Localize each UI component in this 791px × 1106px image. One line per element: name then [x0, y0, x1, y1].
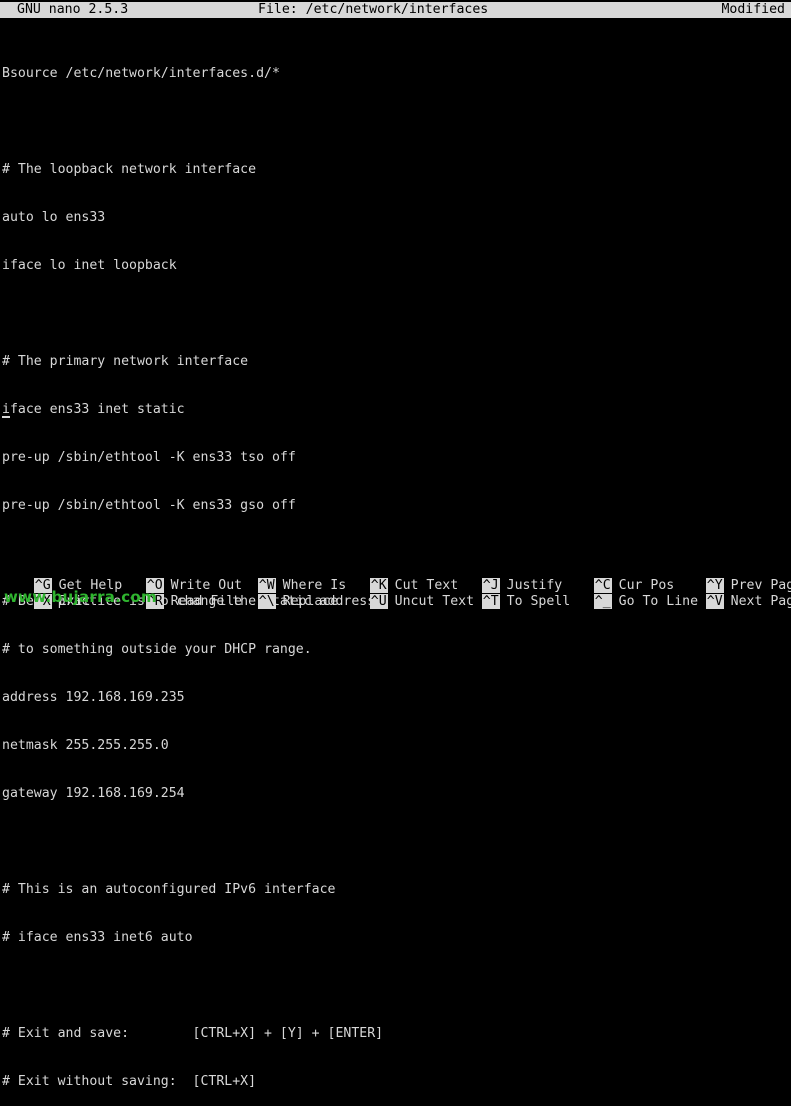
shortcut-where-is[interactable]: ^W Where Is [226, 562, 346, 593]
shortcut-get-help[interactable]: ^G Get Help [2, 562, 122, 593]
modified-status: Modified [721, 2, 785, 17]
editor-line: # iface ens33 inet6 auto [2, 930, 193, 945]
editor-line: # This is an autoconfigured IPv6 interfa… [2, 882, 336, 897]
shortcut-write-out[interactable]: ^O Write Out [114, 562, 242, 593]
shortcut-label: To Spell [506, 594, 571, 609]
key-ctrl-v: ^V [705, 594, 724, 609]
editor-line: auto lo ens33 [2, 210, 106, 225]
editor-line: pre-up /sbin/ethtool -K ens33 tso off [2, 450, 296, 465]
shortcut-label: Replace [282, 594, 339, 609]
editor-line: # to something outside your DHCP range. [2, 642, 312, 657]
key-ctrl-backslash: ^\ [257, 594, 276, 609]
shortcut-cur-pos[interactable]: ^C Cur Pos [562, 562, 674, 593]
shortcut-replace[interactable]: ^\ Replace [226, 578, 338, 609]
text-cursor [2, 416, 10, 418]
editor-line: address 192.168.169.235 [2, 690, 185, 705]
watermark-text: www.bujarra.com [4, 588, 157, 606]
shortcut-label: Next Page [730, 594, 791, 609]
editor-line: # Exit without saving: [CTRL+X] [2, 1074, 257, 1089]
shortcut-to-spell[interactable]: ^T To Spell [450, 578, 570, 609]
key-ctrl-underscore: ^_ [593, 594, 612, 609]
shortcut-next-page[interactable]: ^V Next Page [674, 578, 791, 609]
editor-line: pre-up /sbin/ethtool -K ens33 gso off [2, 498, 296, 513]
shortcut-cut-text[interactable]: ^K Cut Text [338, 562, 458, 593]
title-bar: GNU nano 2.5.3 File: /etc/network/interf… [0, 2, 791, 18]
key-ctrl-t: ^T [481, 594, 500, 609]
shortcut-justify[interactable]: ^J Justify [450, 562, 562, 593]
file-path-label: File: /etc/network/interfaces [258, 2, 489, 17]
editor-line: netmask 255.255.255.0 [2, 738, 169, 753]
editor-line: # The primary network interface [2, 354, 249, 369]
app-version-label: GNU nano 2.5.3 [17, 2, 129, 17]
editor-line: # Exit and save: [CTRL+X] + [Y] + [ENTER… [2, 1026, 384, 1041]
editor-line: # The loopback network interface [2, 162, 257, 177]
editor-line: iface lo inet loopback [2, 258, 177, 273]
shortcut-prev-page[interactable]: ^YPrev Page [674, 562, 791, 593]
editor-line: gateway 192.168.169.254 [2, 786, 185, 801]
editor-line: iface ens33 inet static [2, 402, 185, 417]
editor-line: Bsource /etc/network/interfaces.d/* [2, 66, 280, 81]
key-ctrl-u: ^U [369, 594, 388, 609]
